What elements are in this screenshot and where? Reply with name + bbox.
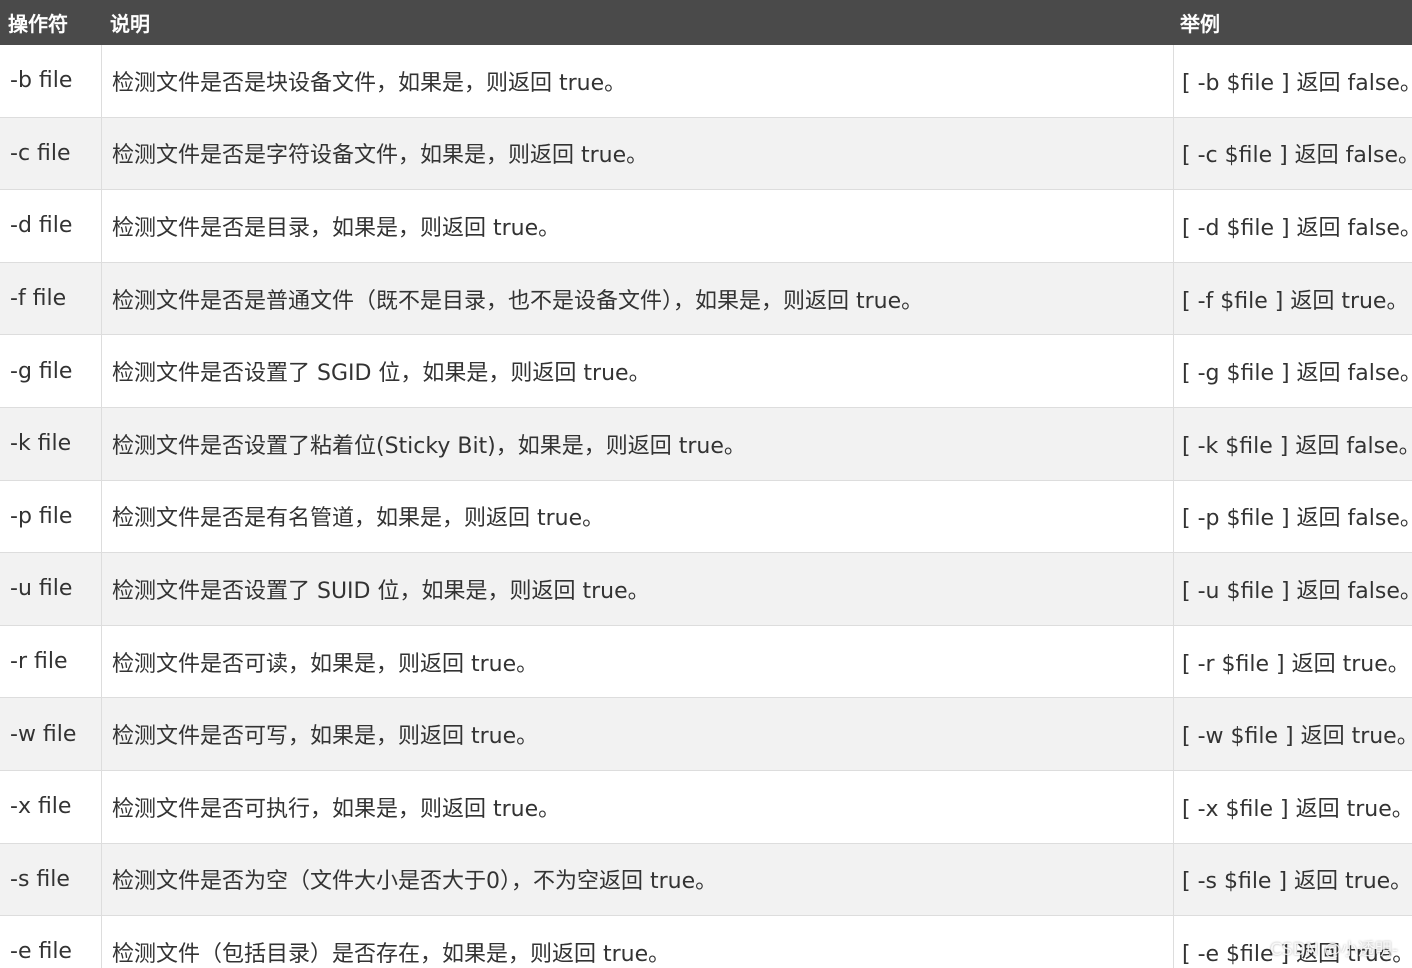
header-example: 举例 <box>1180 12 1220 36</box>
header-description: 说明 <box>110 12 150 36</box>
description-cell: 检测文件是否为空（文件大小是否大于0），不为空返回 true。 <box>102 843 1174 916</box>
file-test-operators-table: 操作符 说明 举例 -b file 检测文件是否是块设备文件，如果是，则返回 t… <box>0 0 1412 968</box>
operator-cell: -f file <box>0 262 102 335</box>
operator-cell: -p file <box>0 480 102 553</box>
example-cell: [ -f $file ] 返回 true。 <box>1182 288 1409 314</box>
description-cell: 检测文件是否是字符设备文件，如果是，则返回 true。 <box>102 117 1174 190</box>
operator-cell: -x file <box>0 770 102 843</box>
operator-cell: -s file <box>0 843 102 916</box>
table-row: -d file 检测文件是否是目录，如果是，则返回 true。 [ -d $fi… <box>0 190 1412 263</box>
header-operator: 操作符 <box>8 12 68 36</box>
description-cell: 检测文件是否设置了 SUID 位，如果是，则返回 true。 <box>102 553 1174 625</box>
description-cell: 检测文件是否设置了 SGID 位，如果是，则返回 true。 <box>102 335 1174 407</box>
example-cell: [ -s $file ] 返回 true。 <box>1182 869 1412 895</box>
example-cell: [ -b $file ] 返回 false。 <box>1182 70 1412 96</box>
table-row: -b file 检测文件是否是块设备文件，如果是，则返回 true。 [ -b … <box>0 45 1412 118</box>
table-row: -r file 检测文件是否可读，如果是，则返回 true。 [ -r $fil… <box>0 625 1412 699</box>
example-cell: [ -p $file ] 返回 false。 <box>1182 506 1412 532</box>
description-cell: 检测文件是否可写，如果是，则返回 true。 <box>102 698 1174 770</box>
example-cell: [ -x $file ] 返回 true。 <box>1182 796 1412 822</box>
operator-cell: -b file <box>0 45 102 117</box>
description-cell: 检测文件是否是块设备文件，如果是，则返回 true。 <box>102 45 1174 117</box>
operator-cell: -k file <box>0 407 102 480</box>
table-row: -k file 检测文件是否设置了粘着位(Sticky Bit)，如果是，则返回… <box>0 407 1412 481</box>
description-cell: 检测文件是否可读，如果是，则返回 true。 <box>102 625 1174 698</box>
operator-cell: -g file <box>0 335 102 407</box>
operator-cell: -u file <box>0 553 102 625</box>
operator-cell: -w file <box>0 698 102 770</box>
table-row: -x file 检测文件是否可执行，如果是，则返回 true。 [ -x $fi… <box>0 770 1412 844</box>
table-row: -s file 检测文件是否为空（文件大小是否大于0），不为空返回 true。 … <box>0 843 1412 917</box>
example-cell: [ -g $file ] 返回 false。 <box>1182 361 1412 387</box>
description-cell: 检测文件是否是目录，如果是，则返回 true。 <box>102 190 1174 262</box>
example-cell: [ -r $file ] 返回 true。 <box>1182 651 1410 677</box>
table-row: -p file 检测文件是否是有名管道，如果是，则返回 true。 [ -p $… <box>0 480 1412 554</box>
example-cell: [ -u $file ] 返回 false。 <box>1182 578 1412 604</box>
description-cell: 检测文件是否是普通文件（既不是目录，也不是设备文件），如果是，则返回 true。 <box>102 262 1174 335</box>
table-row: -w file 检测文件是否可写，如果是，则返回 true。 [ -w $fil… <box>0 698 1412 771</box>
csdn-watermark: CSDN @小透明- <box>1269 940 1398 960</box>
operator-cell: -c file <box>0 117 102 190</box>
table-row: -f file 检测文件是否是普通文件（既不是目录，也不是设备文件），如果是，则… <box>0 262 1412 336</box>
operator-cell: -r file <box>0 625 102 698</box>
description-cell: 检测文件是否设置了粘着位(Sticky Bit)，如果是，则返回 true。 <box>102 407 1174 480</box>
table-row: -g file 检测文件是否设置了 SGID 位，如果是，则返回 true。 [… <box>0 335 1412 408</box>
table-row: -e file 检测文件（包括目录）是否存在，如果是，则返回 true。 [ -… <box>0 916 1412 968</box>
table-row: -c file 检测文件是否是字符设备文件，如果是，则返回 true。 [ -c… <box>0 117 1412 191</box>
description-cell: 检测文件是否是有名管道，如果是，则返回 true。 <box>102 480 1174 553</box>
table-row: -u file 检测文件是否设置了 SUID 位，如果是，则返回 true。 [… <box>0 553 1412 626</box>
operator-cell: -d file <box>0 190 102 262</box>
operator-cell: -e file <box>0 916 102 968</box>
example-cell: [ -c $file ] 返回 false。 <box>1182 143 1412 169</box>
description-cell: 检测文件（包括目录）是否存在，如果是，则返回 true。 <box>102 916 1174 968</box>
example-cell: [ -w $file ] 返回 true。 <box>1182 724 1412 750</box>
description-cell: 检测文件是否可执行，如果是，则返回 true。 <box>102 770 1174 843</box>
example-cell: [ -k $file ] 返回 false。 <box>1182 433 1412 459</box>
example-cell: [ -d $file ] 返回 false。 <box>1182 215 1412 241</box>
table-header: 操作符 说明 举例 <box>0 0 1412 45</box>
